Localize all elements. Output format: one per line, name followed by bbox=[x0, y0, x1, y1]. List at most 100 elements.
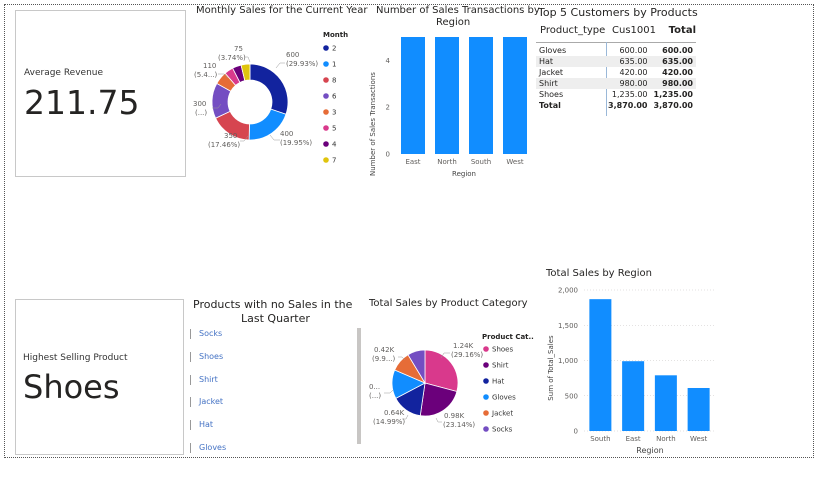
x-tick-label: West bbox=[690, 435, 707, 443]
donut-label: (5.4...) bbox=[194, 71, 218, 79]
legend-item[interactable]: 5 bbox=[332, 125, 336, 133]
legend-item[interactable]: 3 bbox=[332, 109, 336, 117]
category-sales-pie-chart[interactable]: 1.24K (29.16%) 0.98K (23.14%) 0.64K (14.… bbox=[364, 326, 534, 444]
table-row[interactable]: Shirt 980.00 980.00 bbox=[536, 78, 696, 89]
no-sales-title-line1: Products with no Sales in the bbox=[193, 298, 353, 311]
category-legend-title: Product Cat... bbox=[482, 333, 534, 341]
monthly-legend-title: Month bbox=[323, 31, 348, 39]
list-item[interactable]: Socks bbox=[190, 329, 222, 339]
pie-label: (...) bbox=[369, 392, 381, 400]
region-ylabel: Sum of Total_Sales bbox=[547, 335, 555, 401]
legend-item[interactable]: 2 bbox=[332, 45, 336, 53]
transactions-xlabel: Region bbox=[452, 170, 476, 178]
legend-marker bbox=[323, 141, 329, 147]
donut-label: (29.93%) bbox=[286, 60, 318, 68]
table-cell: 1,235.00 bbox=[611, 90, 648, 99]
x-tick-label: West bbox=[506, 158, 523, 166]
bar-north[interactable] bbox=[654, 375, 677, 431]
table-cell: Shirt bbox=[539, 79, 558, 88]
list-item[interactable]: Shoes bbox=[190, 352, 223, 362]
table-row[interactable]: Jacket 420.00 420.00 bbox=[536, 67, 696, 78]
bar-west[interactable] bbox=[503, 37, 527, 154]
category-legend[interactable]: Shoes Shirt Hat Gloves Jacket Socks bbox=[483, 346, 516, 434]
table-row[interactable]: Gloves 600.00 600.00 bbox=[536, 45, 696, 56]
transactions-xticks: East North South West bbox=[405, 158, 523, 166]
legend-marker bbox=[323, 77, 329, 83]
legend-marker bbox=[483, 394, 489, 400]
card-label: Average Revenue bbox=[24, 68, 104, 78]
table-row[interactable]: Total 3,870.00 3,870.00 bbox=[536, 100, 696, 111]
legend-marker bbox=[483, 362, 489, 368]
bar-east[interactable] bbox=[401, 37, 425, 154]
legend-item[interactable]: Gloves bbox=[492, 394, 516, 402]
y-tick-label: 0 bbox=[574, 428, 578, 436]
legend-marker bbox=[323, 125, 329, 131]
donut-label: 300 bbox=[193, 100, 206, 108]
bar-west[interactable] bbox=[687, 387, 710, 431]
legend-marker bbox=[323, 109, 329, 115]
donut-label: (19.95%) bbox=[280, 139, 312, 147]
monthly-legend[interactable]: 2 1 8 6 3 5 4 7 bbox=[323, 45, 337, 165]
legend-item[interactable]: 4 bbox=[332, 141, 337, 149]
scrollbar[interactable] bbox=[357, 328, 361, 444]
donut-label: 110 bbox=[203, 62, 216, 70]
matrix-body: Gloves 600.00 600.00 Hat 635.00 635.00 Jacket 4… bbox=[536, 45, 696, 111]
legend-item[interactable]: 6 bbox=[332, 93, 337, 101]
pie-label: (29.16%) bbox=[451, 351, 483, 359]
matrix-header: Product_type Cus1001 Total bbox=[536, 22, 696, 38]
table-cell: Total bbox=[539, 101, 561, 110]
monthly-sales-title: Monthly Sales for the Current Year bbox=[196, 5, 368, 16]
legend-item[interactable]: Shoes bbox=[492, 346, 513, 354]
table-cell: 420.00 bbox=[662, 68, 693, 77]
table-cell: 600.00 bbox=[619, 46, 648, 55]
legend-marker bbox=[483, 410, 489, 416]
bar-south[interactable] bbox=[469, 37, 493, 154]
y-tick-label: 0 bbox=[386, 151, 390, 159]
table-cell: Gloves bbox=[539, 46, 567, 55]
legend-item[interactable]: Jacket bbox=[491, 410, 513, 418]
highest-selling-product-card[interactable]: Highest Selling Product Shoes bbox=[15, 299, 184, 455]
monthly-sales-donut-chart[interactable]: 600 (29.93%) 400 (19.95%) 350 (17.46%) 3… bbox=[188, 20, 364, 180]
legend-item[interactable]: Socks bbox=[492, 426, 513, 434]
matrix-header-cell: Product_type bbox=[540, 24, 606, 36]
table-cell: 1,235.00 bbox=[653, 90, 693, 99]
table-cell: 3,870.00 bbox=[653, 101, 693, 110]
pie-label: 0.42K bbox=[374, 346, 395, 354]
table-row[interactable]: Shoes 1,235.00 1,235.00 bbox=[536, 89, 696, 100]
legend-item[interactable]: 7 bbox=[332, 157, 336, 165]
bar-north[interactable] bbox=[435, 37, 459, 154]
no-sales-title-line2: Last Quarter bbox=[241, 312, 310, 325]
region-bars bbox=[589, 299, 710, 431]
legend-marker bbox=[323, 45, 329, 51]
legend-marker bbox=[323, 93, 329, 99]
matrix-header-cell: Cus1001 bbox=[612, 24, 656, 36]
transactions-bar-chart[interactable]: Number of Sales Transactions 0 2 4 East Nor… bbox=[366, 28, 532, 180]
table-cell: 635.00 bbox=[619, 57, 648, 66]
legend-item[interactable]: Shirt bbox=[492, 362, 509, 370]
category-sales-title: Total Sales by Product Category bbox=[369, 298, 528, 309]
region-sales-bar-chart[interactable]: Sum of Total_Sales 0 500 1,000 1,500 2,000 S… bbox=[540, 282, 720, 456]
donut-label: 400 bbox=[280, 130, 293, 138]
average-revenue-card[interactable]: Average Revenue 211.75 bbox=[15, 10, 186, 177]
slice-2[interactable] bbox=[249, 63, 289, 115]
list-item[interactable]: Shirt bbox=[190, 375, 218, 385]
x-tick-label: East bbox=[626, 435, 641, 443]
legend-item[interactable]: Hat bbox=[492, 378, 505, 386]
pie-label: (9.9...) bbox=[372, 355, 396, 363]
table-cell: 600.00 bbox=[662, 46, 693, 55]
legend-marker bbox=[483, 346, 489, 352]
table-row[interactable]: Hat 635.00 635.00 bbox=[536, 56, 696, 67]
list-item[interactable]: Gloves bbox=[190, 443, 226, 453]
donut-label: (17.46%) bbox=[208, 141, 240, 149]
top-customers-matrix[interactable]: Product_type Cus1001 Total Gloves 600.00 6… bbox=[536, 22, 696, 116]
donut-label: 350 bbox=[224, 132, 237, 140]
list-item[interactable]: Hat bbox=[190, 420, 213, 430]
list-item[interactable]: Jacket bbox=[190, 397, 223, 407]
y-tick-label: 1,000 bbox=[558, 357, 578, 365]
region-xticks: South East North West bbox=[590, 435, 707, 443]
table-cell: Jacket bbox=[539, 68, 564, 77]
legend-item[interactable]: 1 bbox=[332, 61, 336, 69]
bar-east[interactable] bbox=[622, 361, 645, 431]
bar-south[interactable] bbox=[589, 299, 612, 431]
legend-item[interactable]: 8 bbox=[332, 77, 336, 85]
